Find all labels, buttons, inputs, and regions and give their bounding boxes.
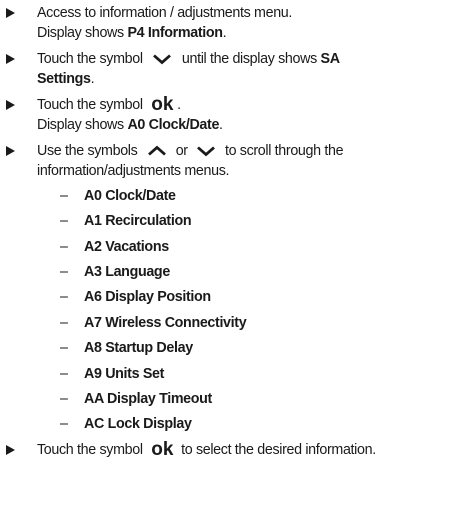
step-2-display-value-part2: Settings [37, 71, 91, 87]
list-dash: – [60, 213, 68, 229]
list-item: A1 Recirculation [84, 213, 192, 229]
list-item: AC Lock Display [84, 416, 192, 432]
ok-icon: ok [151, 94, 174, 115]
list-item: A2 Vacations [84, 239, 169, 255]
list-item: AA Display Timeout [84, 391, 212, 407]
step-2-line-1: Touch the symbol until the display shows… [37, 50, 340, 68]
step-1-text: Access to information / adjustments menu… [37, 5, 293, 21]
step-3-display-label: Display shows [37, 117, 128, 133]
step-1-period: . [222, 25, 227, 41]
step-1-display-label: Display shows [37, 25, 128, 41]
step-4-line-1: Use the symbols or to scroll through the [37, 142, 344, 160]
step-2-display-value-part1: SA [320, 51, 341, 67]
step-5-line-1: Touch the symbol ok to select the desire… [37, 439, 376, 460]
bullet-arrow-icon [6, 445, 15, 455]
list-item: A7 Wireless Connectivity [84, 315, 247, 331]
chevron-down-icon [153, 54, 172, 65]
chevron-down-icon [197, 146, 216, 157]
list-dash: – [60, 289, 68, 305]
list-item: A9 Units Set [84, 366, 165, 382]
step-2-period: . [90, 71, 95, 87]
step-1-line-1: Access to information / adjustments menu… [37, 4, 292, 22]
list-dash: – [60, 264, 68, 280]
step-3-period-2: . [219, 117, 223, 133]
chevron-up-icon [148, 145, 166, 156]
step-2-text: Touch the symbol [37, 51, 143, 67]
step-4-text: Use the symbols [37, 143, 138, 159]
step-4-text-2: information/adjustments menus. [37, 163, 230, 179]
step-5-text: Touch the symbol [37, 442, 143, 458]
list-item: A0 Clock/Date [84, 188, 176, 204]
step-3-line-2: Display shows A0 Clock/Date. [37, 116, 223, 134]
step-1-display-value: P4 Information [127, 25, 223, 41]
instruction-document: Access to information / adjustments menu… [0, 0, 473, 528]
list-dash: – [60, 340, 68, 356]
step-4-line-2: information/adjustments menus. [37, 162, 229, 180]
list-dash: – [60, 416, 68, 432]
bullet-arrow-icon [6, 146, 15, 156]
step-3-text: Touch the symbol [37, 97, 143, 113]
step-5-text-post: to select the desired information. [181, 442, 376, 458]
step-4-text-post: to scroll through the [224, 143, 344, 159]
step-3-line-1: Touch the symbol ok . [37, 94, 181, 115]
step-3-period: . [177, 97, 181, 113]
ok-icon: ok [151, 439, 174, 460]
list-item: A8 Startup Delay [84, 340, 193, 356]
bullet-arrow-icon [6, 100, 15, 110]
bullet-arrow-icon [6, 8, 15, 18]
step-4-or: or [175, 143, 188, 159]
step-3-display-value: A0 Clock/Date [127, 117, 220, 133]
step-2-text-mid: until the display shows [181, 51, 321, 67]
step-2-line-2: Settings. [37, 70, 95, 88]
list-item: A3 Language [84, 264, 170, 280]
step-1-line-2: Display shows P4 Information. [37, 24, 227, 42]
list-dash: – [60, 391, 68, 407]
list-dash: – [60, 239, 68, 255]
bullet-arrow-icon [6, 54, 15, 64]
list-item: A6 Display Position [84, 289, 211, 305]
list-dash: – [60, 315, 68, 331]
list-dash: – [60, 188, 68, 204]
list-dash: – [60, 366, 68, 382]
